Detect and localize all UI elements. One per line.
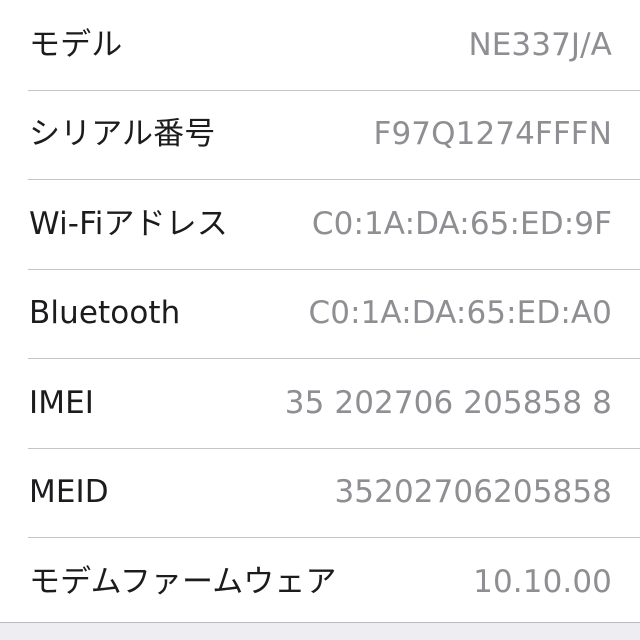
row-label: IMEI <box>29 384 95 421</box>
row-value: F97Q1274FFFN <box>373 116 612 153</box>
row-label: MEID <box>29 474 109 511</box>
row-label: シリアル番号 <box>29 116 216 153</box>
row-label: モデル <box>29 26 123 63</box>
row-label: モデムファームウェア <box>29 563 337 600</box>
table-row-wifi-address[interactable]: Wi-Fiアドレス C0:1A:DA:65:ED:9F <box>0 179 640 269</box>
table-row-modem-firmware[interactable]: モデムファームウェア 10.10.00 <box>0 537 640 627</box>
list-footer-background <box>0 623 640 640</box>
row-value: 10.10.00 <box>473 563 612 600</box>
row-label: Bluetooth <box>29 295 181 332</box>
table-row-serial-number[interactable]: シリアル番号 F97Q1274FFFN <box>0 89 640 179</box>
row-value: 35 202706 205858 8 <box>284 384 612 421</box>
row-value: C0:1A:DA:65:ED:A0 <box>308 295 612 332</box>
device-information-group: モデル NE337J/A シリアル番号 F97Q1274FFFN Wi-Fiアド… <box>0 0 640 627</box>
device-information-screen: モデル NE337J/A シリアル番号 F97Q1274FFFN Wi-Fiアド… <box>0 0 640 640</box>
table-row-model[interactable]: モデル NE337J/A <box>0 0 640 90</box>
table-row-imei[interactable]: IMEI 35 202706 205858 8 <box>0 358 640 448</box>
table-row-bluetooth[interactable]: Bluetooth C0:1A:DA:65:ED:A0 <box>0 268 640 358</box>
table-row-meid[interactable]: MEID 35202706205858 <box>0 447 640 537</box>
row-value: 35202706205858 <box>334 474 612 511</box>
row-value: NE337J/A <box>468 26 612 63</box>
row-label: Wi-Fiアドレス <box>29 205 228 242</box>
row-value: C0:1A:DA:65:ED:9F <box>311 205 612 242</box>
